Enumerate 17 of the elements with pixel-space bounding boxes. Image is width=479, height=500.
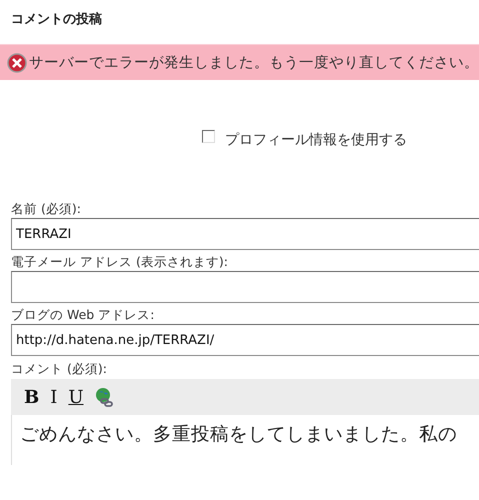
error-message: サーバーでエラーが発生しました。もう一度やり直してください。 xyxy=(29,54,479,72)
input-field[interactable]: TERRAZI xyxy=(11,218,479,250)
section-heading: コメントの投稿 xyxy=(11,12,102,27)
italic-button[interactable]: I xyxy=(49,386,58,408)
error-icon xyxy=(7,52,27,72)
profile-checkbox[interactable] xyxy=(202,130,215,142)
comment-text: ごめんなさい。多重投稿をしてしまいました。私の xyxy=(20,424,457,445)
input-field[interactable]: http://d.hatena.ne.jp/TERRAZI/ xyxy=(11,324,479,356)
field-label: 名前 (必須): xyxy=(11,200,82,218)
underline-button[interactable]: U xyxy=(67,386,85,408)
field-label: コメント (必須): xyxy=(11,360,108,378)
bold-button[interactable]: B xyxy=(23,386,40,408)
field-label: ブログの Web アドレス: xyxy=(11,306,156,324)
input-field[interactable] xyxy=(11,271,479,303)
field-label: 電子メール アドレス (表示されます): xyxy=(11,253,229,271)
globe-link-icon[interactable] xyxy=(94,387,114,407)
profile-option-label: プロフィール情報を使用する xyxy=(225,131,407,149)
